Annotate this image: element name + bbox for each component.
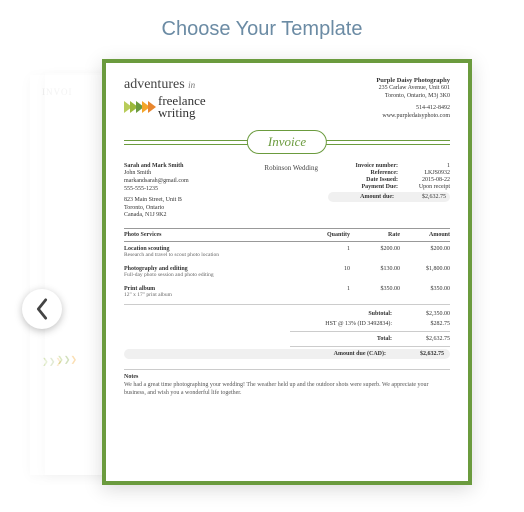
invoice-badge-row: Invoice xyxy=(124,127,450,157)
chevron-left-icon xyxy=(34,298,50,320)
invoice-template-preview[interactable]: adventures in freelancewriting Purple Da… xyxy=(102,59,472,485)
invoice-meta: Invoice number:1 Reference:LKJS0932 Date… xyxy=(328,163,450,221)
bill-to-block: Sarah and Mark Smith John Smith markands… xyxy=(124,163,254,221)
logo-word-2: in xyxy=(188,80,195,90)
logo-block: adventures in freelancewriting xyxy=(124,77,206,121)
page-title: Choose Your Template xyxy=(0,0,524,55)
logo-word-1: adventures xyxy=(124,77,185,92)
line-item: Location scoutingResearch and travel to … xyxy=(124,242,450,262)
line-item: Print album12" x 17" print album 1 $350.… xyxy=(124,282,450,302)
event-name: Robinson Wedding xyxy=(254,163,328,221)
totals-block: Subtotal:$2,350.00 HST @ 13% (ID 3492834… xyxy=(124,309,450,359)
chevrons-icon: freelancewriting xyxy=(124,95,206,118)
invoice-badge: Invoice xyxy=(247,130,327,154)
line-items-header: Photo Services Quantity Rate Amount xyxy=(124,228,450,242)
company-address: Purple Daisy Photography 235 Carlaw Aven… xyxy=(376,77,450,121)
line-item: Photography and editingFull-day photo se… xyxy=(124,262,450,282)
previous-template-button[interactable] xyxy=(22,289,62,329)
notes-block: Notes We had a great time photographing … xyxy=(124,369,450,398)
template-stage: INVOI ❯❯❯ ❯❯❯ adventures in freelancewri… xyxy=(0,55,524,495)
